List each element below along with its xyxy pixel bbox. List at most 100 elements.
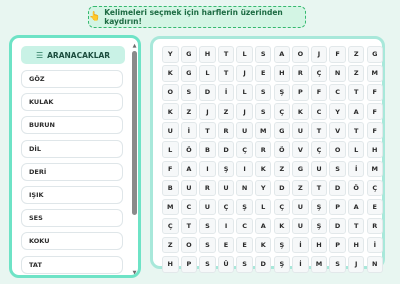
letter-cell[interactable]: E xyxy=(236,236,253,254)
letter-cell[interactable]: J xyxy=(236,103,253,120)
letter-cell[interactable]: U xyxy=(162,122,179,139)
letter-cell[interactable]: U xyxy=(199,198,216,216)
letter-cell[interactable]: S xyxy=(254,103,272,120)
letter-cell[interactable]: M xyxy=(310,256,328,273)
letter-cell[interactable]: Z xyxy=(292,179,309,197)
scroll-thumb[interactable] xyxy=(132,51,137,215)
letter-cell[interactable]: Z xyxy=(217,103,235,120)
letter-cell[interactable]: N xyxy=(236,179,253,197)
letter-cell[interactable]: A xyxy=(347,103,365,120)
letter-cell[interactable]: A xyxy=(180,160,198,178)
letter-cell[interactable]: H xyxy=(310,236,328,254)
letter-cell[interactable]: O xyxy=(292,46,309,63)
letter-cell[interactable]: H xyxy=(273,65,291,82)
letter-cell[interactable]: İ xyxy=(347,160,365,178)
letter-cell[interactable]: F xyxy=(366,122,384,139)
letter-cell[interactable]: P xyxy=(329,236,346,254)
letter-cell[interactable]: Z xyxy=(273,160,291,178)
letter-cell[interactable]: Ç xyxy=(310,141,328,158)
letter-cell[interactable]: F xyxy=(366,84,384,101)
letter-cell[interactable]: M xyxy=(254,122,272,139)
letter-cell[interactable]: Ç xyxy=(236,141,253,158)
letter-cell[interactable]: C xyxy=(180,198,198,216)
letter-cell[interactable]: D xyxy=(273,179,291,197)
letter-cell[interactable]: S xyxy=(199,236,216,254)
letter-cell[interactable]: S xyxy=(180,84,198,101)
letter-cell[interactable]: S xyxy=(254,84,272,101)
letter-cell[interactable]: G xyxy=(180,46,198,63)
letter-cell[interactable]: L xyxy=(162,141,179,158)
letter-cell[interactable]: M xyxy=(366,160,384,178)
letter-cell[interactable]: S xyxy=(329,160,346,178)
letter-cell[interactable]: O xyxy=(180,236,198,254)
letter-cell[interactable]: N xyxy=(366,256,384,273)
letter-cell[interactable]: G xyxy=(180,65,198,82)
letter-cell[interactable]: U xyxy=(292,217,309,235)
letter-cell[interactable]: Z xyxy=(162,236,179,254)
letter-cell[interactable]: L xyxy=(236,84,253,101)
letter-cell[interactable]: U xyxy=(236,122,253,139)
letter-cell[interactable]: Ş xyxy=(273,84,291,101)
letter-cell[interactable]: Y xyxy=(162,46,179,63)
letter-cell[interactable]: Ç xyxy=(273,198,291,216)
letter-cell[interactable]: Ş xyxy=(273,256,291,273)
letter-cell[interactable]: Ç xyxy=(366,179,384,197)
letter-cell[interactable]: G xyxy=(292,160,309,178)
letter-cell[interactable]: A xyxy=(273,46,291,63)
letter-cell[interactable]: G xyxy=(273,122,291,139)
letter-cell[interactable]: A xyxy=(254,217,272,235)
letter-cell[interactable]: İ xyxy=(180,122,198,139)
letter-cell[interactable]: Ş xyxy=(236,198,253,216)
letter-cell[interactable]: Z xyxy=(347,46,365,63)
letter-cell[interactable]: F xyxy=(162,160,179,178)
letter-cell[interactable]: H xyxy=(199,46,216,63)
letter-cell[interactable]: J xyxy=(310,46,328,63)
letter-cell[interactable]: Ş xyxy=(310,198,328,216)
letter-cell[interactable]: E xyxy=(217,236,235,254)
letter-cell[interactable]: İ xyxy=(292,236,309,254)
letter-cell[interactable]: F xyxy=(366,103,384,120)
letter-cell[interactable]: T xyxy=(347,217,365,235)
letter-cell[interactable]: T xyxy=(310,122,328,139)
letter-cell[interactable]: D xyxy=(199,84,216,101)
letter-cell[interactable]: U xyxy=(310,160,328,178)
letter-cell[interactable]: T xyxy=(347,84,365,101)
letter-cell[interactable]: J xyxy=(236,65,253,82)
letter-cell[interactable]: K xyxy=(162,103,179,120)
letter-cell[interactable]: D xyxy=(217,141,235,158)
letter-cell[interactable]: Ş xyxy=(310,217,328,235)
letter-cell[interactable]: K xyxy=(254,236,272,254)
letter-cell[interactable]: S xyxy=(254,46,272,63)
letter-cell[interactable]: I xyxy=(199,160,216,178)
letter-cell[interactable]: İ xyxy=(366,236,384,254)
letter-cell[interactable]: Y xyxy=(329,103,346,120)
letter-cell[interactable]: T xyxy=(180,217,198,235)
letter-cell[interactable]: C xyxy=(236,217,253,235)
letter-cell[interactable]: O xyxy=(329,141,346,158)
letter-cell[interactable]: V xyxy=(292,141,309,158)
letter-cell[interactable]: R xyxy=(366,217,384,235)
letter-cell[interactable]: Ö xyxy=(273,141,291,158)
letter-cell[interactable]: Ö xyxy=(347,179,365,197)
letter-cell[interactable]: I xyxy=(217,217,235,235)
letter-cell[interactable]: İ xyxy=(217,84,235,101)
letter-cell[interactable]: D xyxy=(254,256,272,273)
scroll-down-arrow-icon[interactable]: ▼ xyxy=(131,270,138,275)
letter-cell[interactable]: R xyxy=(254,141,272,158)
letter-cell[interactable]: Z xyxy=(347,65,365,82)
letter-cell[interactable]: K xyxy=(254,160,272,178)
letter-cell[interactable]: R xyxy=(199,179,216,197)
letter-cell[interactable]: Ç xyxy=(273,103,291,120)
letter-cell[interactable]: K xyxy=(273,217,291,235)
letter-cell[interactable]: I xyxy=(236,160,253,178)
letter-cell[interactable]: E xyxy=(366,198,384,216)
letter-cell[interactable]: O xyxy=(162,84,179,101)
letter-cell[interactable]: S xyxy=(199,217,216,235)
letter-cell[interactable]: A xyxy=(347,198,365,216)
letter-cell[interactable]: T xyxy=(217,46,235,63)
letter-cell[interactable]: T xyxy=(217,65,235,82)
letter-cell[interactable]: Ç xyxy=(310,65,328,82)
letter-cell[interactable]: Ö xyxy=(180,141,198,158)
letter-cell[interactable]: F xyxy=(329,46,346,63)
letter-cell[interactable]: P xyxy=(329,198,346,216)
